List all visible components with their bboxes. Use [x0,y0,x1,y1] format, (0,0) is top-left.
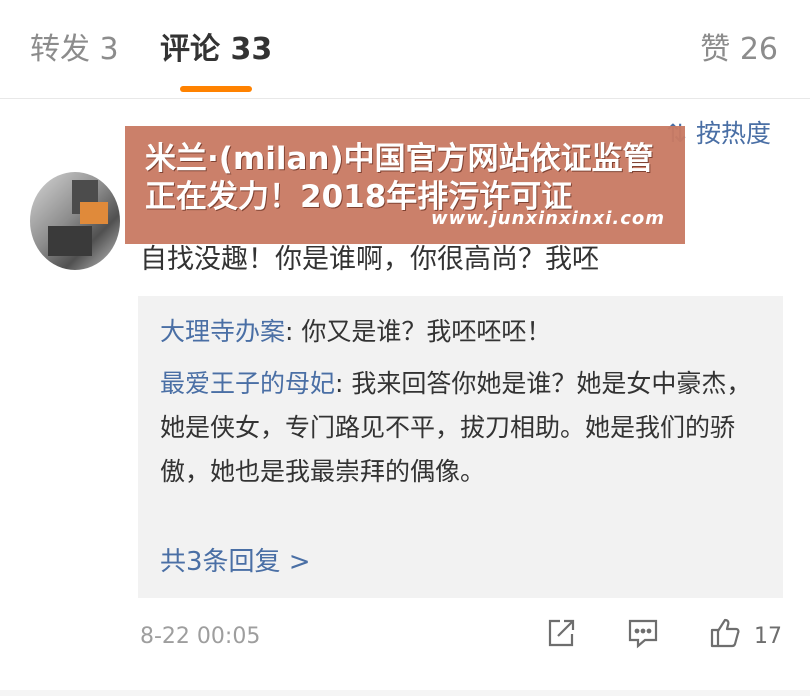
reply-author[interactable]: 最爱王子的母妃 [160,369,335,398]
reply-box[interactable]: 大理寺办案: 你又是谁？我呸呸呸！ 最爱王子的母妃: 我来回答你她是谁？她是女中… [138,296,783,598]
comment-icon [628,619,658,649]
tab-likes[interactable]: 赞 26 [700,30,778,70]
more-replies-link[interactable]: 共3条回复 > [160,542,311,582]
watermark-banner: 米兰·(milan)中国官方网站依证监管正在发力！2018年排污许可证 www.… [125,126,685,244]
tab-comment[interactable]: 评论 33 [160,30,272,70]
reply-button[interactable] [626,616,660,654]
comment-date: 8-22 00:05 [140,624,261,649]
banner-url: www.junxinxinxi.com [431,208,665,229]
share-icon [548,619,575,647]
avatar-mosaic-block [80,202,108,224]
reply-text: : 你又是谁？我呸呸呸！ [285,317,552,346]
banner-title: 米兰·(milan)中国官方网站依证监管正在发力！2018年排污许可证 [145,141,654,215]
active-tab-indicator [180,86,252,92]
share-button[interactable] [544,616,578,654]
section-divider [0,690,810,696]
comment-footer: 8-22 00:05 17 [0,612,810,662]
reply-item[interactable]: 最爱王子的母妃: 我来回答你她是谁？她是女中豪杰，她是侠女，专门路见不平，拔刀相… [160,362,760,494]
thumbs-up-icon [710,618,740,648]
reply-item[interactable]: 大理寺办案: 你又是谁？我呸呸呸！ [160,310,760,354]
comment-text: 自找没趣！你是谁啊，你很高尚？我呸 [140,244,599,275]
like-button[interactable]: 17 [708,616,782,654]
reply-author[interactable]: 大理寺办案 [160,317,285,346]
tab-bar: 转发 3 评论 33 赞 26 [0,0,810,99]
sort-label: 按热度 [696,119,772,148]
avatar-mosaic-block [48,226,92,256]
like-count: 17 [754,624,782,649]
avatar[interactable] [30,172,120,270]
tab-repost[interactable]: 转发 3 [30,30,119,70]
